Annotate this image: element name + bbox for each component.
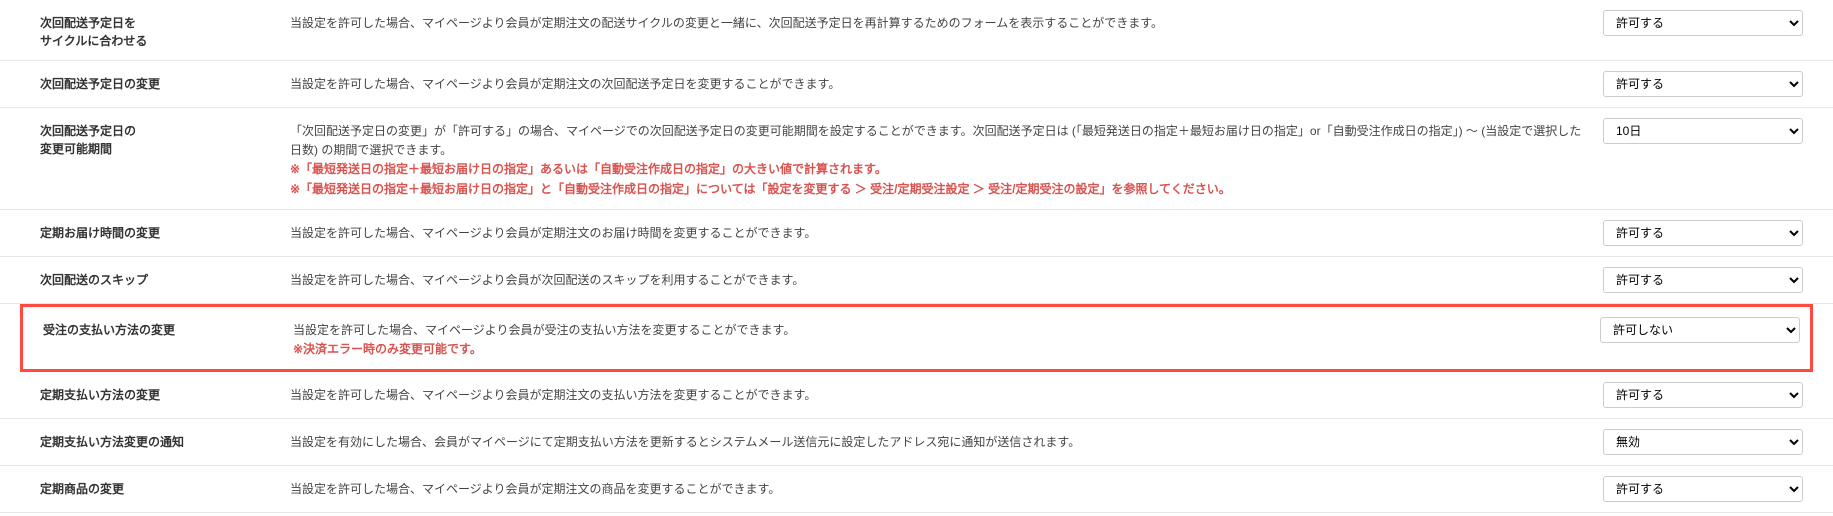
setting-control: 許可する [1603, 71, 1833, 97]
setting-label: 定期支払い方法変更の通知 [0, 429, 290, 451]
select-skip-delivery[interactable]: 許可する [1603, 267, 1803, 293]
setting-label: 次回配送予定日の変更可能期間 [0, 118, 290, 158]
setting-label: 定期お届け時間の変更 [0, 220, 290, 242]
setting-control: 許可する [1603, 476, 1833, 502]
setting-description: 当設定を許可した場合、マイページより会員が定期注文の次回配送予定日を変更すること… [290, 71, 1603, 94]
setting-control: 許可する [1603, 10, 1833, 36]
select-product-change[interactable]: 許可する [1603, 476, 1803, 502]
setting-description: 「次回配送予定日の変更」が「許可する」の場合、マイページでの次回配送予定日の変更… [290, 118, 1603, 199]
desc-text: 「次回配送予定日の変更」が「許可する」の場合、マイページでの次回配送予定日の変更… [290, 124, 1581, 157]
alert-note-2: ※「最短発送日の指定＋最短お届け日の指定」と「自動受注作成日の指定」については「… [290, 182, 1231, 196]
setting-control: 許可しない [1600, 317, 1810, 343]
setting-row-highlight: 受注の支払い方法の変更 当設定を許可した場合、マイページより会員が受注の支払い方… [20, 304, 1813, 372]
setting-label: 受注の支払い方法の変更 [23, 317, 293, 339]
setting-control: 許可する [1603, 382, 1833, 408]
setting-label: 次回配送予定日の変更 [0, 71, 290, 93]
alert-note: ※決済エラー時のみ変更可能です。 [293, 342, 482, 356]
settings-table: 次回配送予定日をサイクルに合わせる 当設定を許可した場合、マイページより会員が定… [0, 0, 1833, 513]
setting-label: 定期商品の変更 [0, 476, 290, 498]
setting-label: 定期支払い方法の変更 [0, 382, 290, 404]
setting-row-subscription-payment-change: 定期支払い方法の変更 当設定を許可した場合、マイページより会員が定期注文の支払い… [0, 372, 1833, 419]
setting-control: 10日 [1603, 118, 1833, 144]
setting-row-change-period: 次回配送予定日の変更可能期間 「次回配送予定日の変更」が「許可する」の場合、マイ… [0, 108, 1833, 210]
setting-row-payment-change-notify: 定期支払い方法変更の通知 当設定を有効にした場合、会員がマイページにて定期支払い… [0, 419, 1833, 466]
setting-label: 次回配送予定日をサイクルに合わせる [0, 10, 290, 50]
setting-description: 当設定を許可した場合、マイページより会員が受注の支払い方法を変更することができま… [293, 317, 1600, 359]
setting-description: 当設定を許可した場合、マイページより会員が定期注文の支払い方法を変更することがで… [290, 382, 1603, 405]
select-payment-change-notify[interactable]: 無効 [1603, 429, 1803, 455]
setting-row-product-change: 定期商品の変更 当設定を許可した場合、マイページより会員が定期注文の商品を変更す… [0, 466, 1833, 513]
desc-text: 当設定を許可した場合、マイページより会員が受注の支払い方法を変更することができま… [293, 323, 795, 337]
setting-label: 次回配送のスキップ [0, 267, 290, 289]
select-next-delivery-date-change[interactable]: 許可する [1603, 71, 1803, 97]
setting-row-skip-delivery: 次回配送のスキップ 当設定を許可した場合、マイページより会員が次回配送のスキップ… [0, 257, 1833, 304]
setting-row-next-delivery-date-change: 次回配送予定日の変更 当設定を許可した場合、マイページより会員が定期注文の次回配… [0, 61, 1833, 108]
setting-description: 当設定を有効にした場合、会員がマイページにて定期支払い方法を更新するとシステムメ… [290, 429, 1603, 452]
select-change-period[interactable]: 10日 [1603, 118, 1803, 144]
alert-note-1: ※「最短発送日の指定＋最短お届け日の指定」あるいは「自動受注作成日の指定」の大き… [290, 162, 887, 176]
select-subscription-payment-change[interactable]: 許可する [1603, 382, 1803, 408]
setting-control: 許可する [1603, 267, 1833, 293]
setting-control: 無効 [1603, 429, 1833, 455]
setting-description: 当設定を許可した場合、マイページより会員が定期注文のお届け時間を変更することがで… [290, 220, 1603, 243]
setting-row-cycle-align: 次回配送予定日をサイクルに合わせる 当設定を許可した場合、マイページより会員が定… [0, 0, 1833, 61]
setting-row-order-payment-change: 受注の支払い方法の変更 当設定を許可した場合、マイページより会員が受注の支払い方… [23, 307, 1810, 369]
setting-row-delivery-time-change: 定期お届け時間の変更 当設定を許可した場合、マイページより会員が定期注文のお届け… [0, 210, 1833, 257]
select-delivery-time-change[interactable]: 許可する [1603, 220, 1803, 246]
setting-description: 当設定を許可した場合、マイページより会員が次回配送のスキップを利用することができ… [290, 267, 1603, 290]
setting-description: 当設定を許可した場合、マイページより会員が定期注文の商品を変更することができます… [290, 476, 1603, 499]
select-cycle-align[interactable]: 許可する [1603, 10, 1803, 36]
select-order-payment-change[interactable]: 許可しない [1600, 317, 1800, 343]
setting-control: 許可する [1603, 220, 1833, 246]
setting-description: 当設定を許可した場合、マイページより会員が定期注文の配送サイクルの変更と一緒に、… [290, 10, 1603, 33]
